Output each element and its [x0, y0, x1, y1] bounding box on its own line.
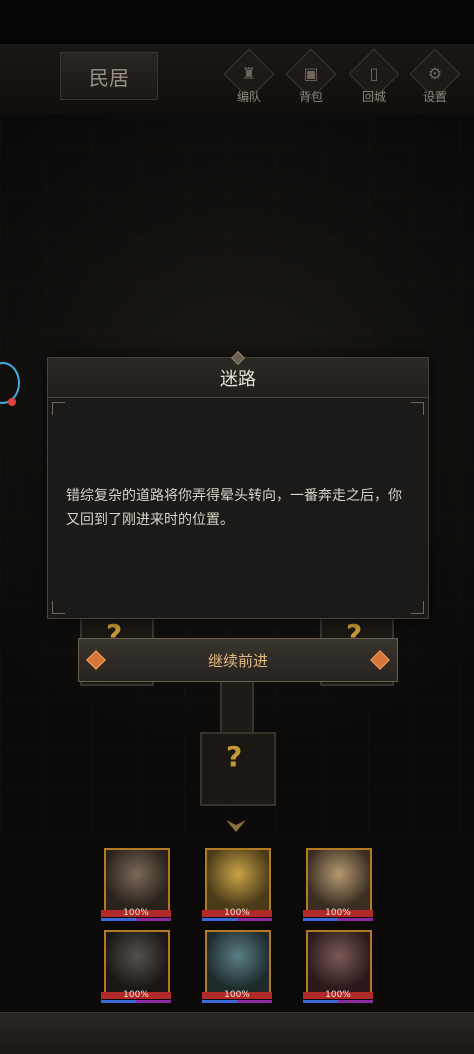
- hp-text: 100%: [123, 990, 149, 1000]
- corner-ornament-icon: [411, 601, 424, 614]
- mp-bar: [303, 1000, 373, 1003]
- hp-text: 100%: [123, 908, 149, 918]
- corner-ornament-icon: [52, 601, 65, 614]
- hero-portrait: [104, 930, 170, 994]
- location-title: 民居: [60, 52, 158, 100]
- hp-text: 100%: [325, 908, 351, 918]
- formation-label: 编队: [236, 90, 261, 104]
- gem-icon: [86, 650, 106, 670]
- map-room-center[interactable]: ?: [200, 732, 276, 806]
- map-corridor: [220, 682, 254, 732]
- hero-slot-4[interactable]: 100%: [101, 924, 171, 1004]
- mp-bar: [303, 918, 373, 921]
- hero-slot-2[interactable]: 100%: [202, 842, 272, 922]
- mp-bar: [202, 918, 272, 921]
- unknown-room-icon: ?: [226, 740, 243, 773]
- hero-slot-6[interactable]: 100%: [303, 924, 373, 1004]
- return-town-label: 回城: [361, 90, 386, 104]
- status-bar: [0, 0, 474, 44]
- hp-text: 100%: [224, 908, 250, 918]
- hero-slot-5[interactable]: 100%: [202, 924, 272, 1004]
- hero-portrait: [306, 930, 372, 994]
- party-divider-icon: [226, 820, 246, 832]
- formation-button[interactable]: ♜ 编队: [223, 48, 275, 106]
- notification-dot: [8, 398, 16, 406]
- mp-bar: [101, 918, 171, 921]
- settings-label: 设置: [422, 90, 447, 104]
- lost-dialog: 迷路 错综复杂的道路将你弄得晕头转向，一番奔走之后，你又回到了刚进来时的位置。: [47, 350, 429, 619]
- hero-portrait: [205, 930, 271, 994]
- hero-portrait: [104, 848, 170, 912]
- party-panel: 100% 100% 100% 100% 100% 100%: [0, 838, 474, 1010]
- bottom-bar: [0, 1012, 474, 1054]
- settings-button[interactable]: ⚙ 设置: [409, 48, 461, 106]
- dialog-message: 错综复杂的道路将你弄得晕头转向，一番奔走之后，你又回到了刚进来时的位置。: [66, 488, 402, 528]
- hero-slot-1[interactable]: 100%: [101, 842, 171, 922]
- hp-text: 100%: [325, 990, 351, 1000]
- mp-bar: [202, 1000, 272, 1003]
- return-town-button[interactable]: ▯ 回城: [348, 48, 400, 106]
- hero-portrait: [205, 848, 271, 912]
- continue-button[interactable]: 继续前进: [78, 638, 398, 682]
- corner-ornament-icon: [411, 402, 424, 415]
- mp-bar: [101, 1000, 171, 1003]
- backpack-label: 背包: [298, 90, 323, 104]
- hero-slot-3[interactable]: 100%: [303, 842, 373, 922]
- gem-icon: [370, 650, 390, 670]
- dialog-title: 迷路: [220, 368, 256, 390]
- backpack-button[interactable]: ▣ 背包: [285, 48, 337, 106]
- hero-portrait: [306, 848, 372, 912]
- continue-button-label: 继续前进: [207, 651, 268, 670]
- hp-text: 100%: [224, 990, 250, 1000]
- corner-ornament-icon: [52, 402, 65, 415]
